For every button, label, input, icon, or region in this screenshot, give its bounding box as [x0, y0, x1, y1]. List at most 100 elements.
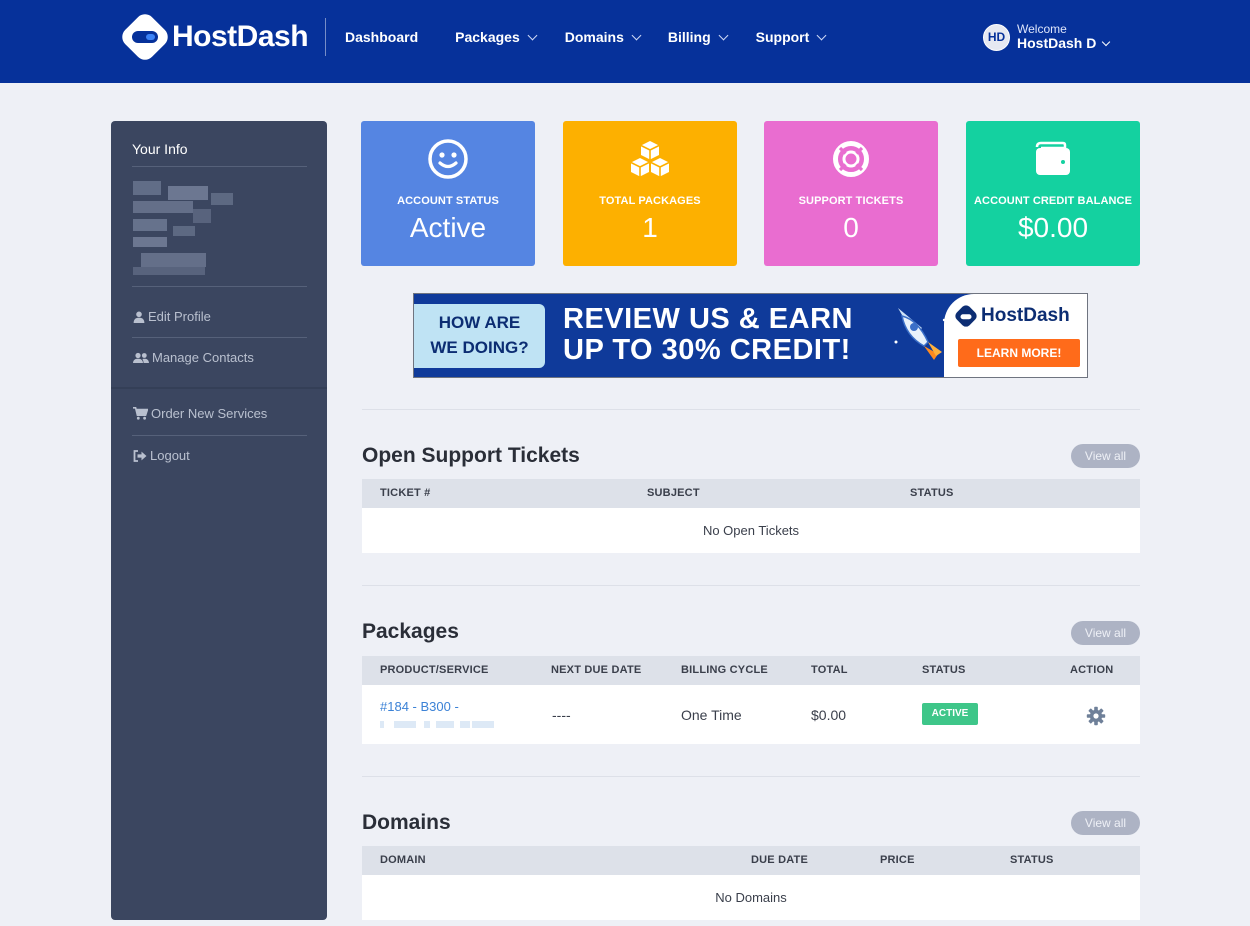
tickets-table-header: TICKET # SUBJECT STATUS: [362, 479, 1140, 508]
nav-domains[interactable]: Domains: [564, 27, 642, 47]
table-row: [362, 685, 1140, 744]
wallet-icon: [1035, 141, 1070, 175]
column-header: NEXT DUE DATE: [551, 664, 642, 676]
sidebar-item-label: Manage Contacts: [152, 350, 254, 365]
rocket-icon: [894, 308, 946, 360]
column-header: STATUS: [1010, 854, 1054, 866]
sidebar-item-order-services[interactable]: Order New Services: [132, 406, 267, 421]
user-menu[interactable]: HD Welcome HostDash D: [983, 22, 1111, 52]
chevron-down-icon: [631, 30, 642, 40]
stat-value: Active: [409, 212, 487, 243]
divider: [132, 435, 307, 436]
stat-label: TOTAL PACKAGES: [599, 195, 701, 207]
sidebar-item-label: Edit Profile: [148, 309, 211, 324]
divider: [362, 585, 1140, 586]
column-header: STATUS: [910, 487, 954, 499]
nav-billing[interactable]: Billing: [667, 27, 729, 47]
tickets-view-all-button[interactable]: View all: [1071, 444, 1140, 468]
stat-label: ACCOUNT STATUS: [397, 195, 499, 207]
chevron-down-icon: [527, 30, 538, 40]
sidebar-item-manage-contacts[interactable]: Manage Contacts: [132, 350, 254, 365]
domains-view-all-button[interactable]: View all: [1071, 811, 1140, 835]
learn-more-button[interactable]: LEARN MORE!: [958, 339, 1080, 367]
top-navbar: HostDash Dashboard Packages Domains Bill…: [0, 0, 1250, 83]
sidebar-title: Your Info: [132, 141, 188, 157]
banner-question: HOW ARE WE DOING?: [414, 304, 545, 368]
banner-question-line: HOW ARE: [438, 313, 521, 332]
banner-headline-line: UP TO 30% CREDIT!: [563, 334, 851, 366]
chevron-down-icon: [816, 30, 827, 40]
package-link[interactable]: #184 - B300 -: [380, 699, 459, 714]
banner-question-line: WE DOING?: [430, 338, 529, 357]
sidebar-item-label: Order New Services: [151, 406, 268, 421]
hostdash-logo[interactable]: HostDash: [118, 10, 309, 64]
stat-label: ACCOUNT CREDIT BALANCE: [973, 195, 1133, 207]
nav-billing-label: Billing: [667, 29, 711, 45]
review-promo-banner[interactable]: HOW ARE WE DOING? REVIEW US & EARN UP TO…: [413, 293, 1088, 378]
support-tickets-card[interactable]: SUPPORT TICKETS 0: [764, 121, 938, 266]
divider: [362, 409, 1140, 410]
packages-view-all-button[interactable]: View all: [1071, 621, 1140, 645]
sidebar: Your Info Edit Profile Manage Contacts O…: [111, 121, 327, 920]
chevron-down-icon: [1102, 37, 1111, 47]
banner-headline-line: REVIEW US & EARN: [563, 303, 853, 335]
logo-mark-icon: [118, 10, 172, 64]
chevron-down-icon: [718, 30, 729, 40]
sidebar-item-logout[interactable]: Logout: [132, 448, 190, 463]
tickets-table-body: No Open Tickets: [362, 508, 1140, 553]
nav-dashboard[interactable]: Dashboard: [345, 27, 418, 47]
column-header: DUE DATE: [751, 854, 809, 866]
account-status-card[interactable]: ACCOUNT STATUS Active: [361, 121, 535, 266]
column-header: ACTION: [1070, 664, 1114, 676]
next-due-date: ----: [552, 707, 571, 723]
empty-state-text: No Open Tickets: [702, 523, 800, 538]
users-icon: [132, 351, 149, 364]
banner-headline: REVIEW US & EARN UP TO 30% CREDIT!: [563, 304, 853, 366]
logout-icon: [132, 449, 147, 462]
column-header: DOMAIN: [380, 854, 426, 866]
empty-state-text: No Domains: [715, 890, 787, 905]
banner-brand-text: HostDash: [981, 305, 1070, 326]
logo-divider: [325, 18, 326, 56]
column-header: SUBJECT: [647, 487, 700, 499]
stat-label: SUPPORT TICKETS: [798, 195, 904, 207]
cubes-icon: [630, 141, 670, 177]
hostdash-logo-icon: [953, 303, 979, 329]
stat-value: 1: [642, 212, 658, 243]
stat-value: 0: [843, 212, 859, 243]
divider: [111, 387, 327, 389]
divider: [132, 337, 307, 338]
divider: [132, 166, 307, 167]
column-header: STATUS: [922, 664, 966, 676]
column-header: BILLING CYCLE: [681, 664, 768, 676]
pixelated-user-info: [133, 181, 238, 276]
credit-balance-card[interactable]: ACCOUNT CREDIT BALANCE $0.00: [966, 121, 1140, 266]
domains-section-title: Domains: [362, 811, 451, 834]
column-header: TICKET #: [380, 487, 431, 499]
user-name: HostDash D: [1017, 35, 1097, 52]
nav-support[interactable]: Support: [755, 27, 827, 47]
column-header: PRICE: [880, 854, 915, 866]
logo-text: HostDash: [172, 20, 309, 53]
nav-dashboard-label: Dashboard: [345, 29, 419, 45]
divider: [362, 776, 1140, 777]
main-nav: Dashboard Packages Domains Billing Suppo…: [345, 27, 827, 47]
total-packages-card[interactable]: TOTAL PACKAGES 1: [563, 121, 737, 266]
package-total: $0.00: [811, 707, 847, 723]
gear-icon[interactable]: [1086, 706, 1106, 726]
nav-packages[interactable]: Packages: [455, 27, 538, 47]
smile-icon: [428, 139, 468, 179]
sidebar-item-edit-profile[interactable]: Edit Profile: [132, 309, 211, 324]
stat-value: $0.00: [1017, 212, 1089, 243]
nav-domains-label: Domains: [564, 29, 624, 45]
domains-table-header: DOMAIN DUE DATE PRICE STATUS: [362, 846, 1140, 875]
pixelated-product-name: [380, 718, 502, 730]
lifering-icon: [833, 141, 869, 177]
domains-table-body: No Domains: [362, 875, 1140, 920]
status-badge: ACTIVE: [922, 703, 978, 725]
avatar: HD: [983, 23, 1010, 51]
divider: [132, 286, 307, 287]
banner-brand: HostDash: [953, 303, 1070, 329]
user-icon: [132, 310, 145, 323]
nav-support-label: Support: [755, 29, 810, 45]
